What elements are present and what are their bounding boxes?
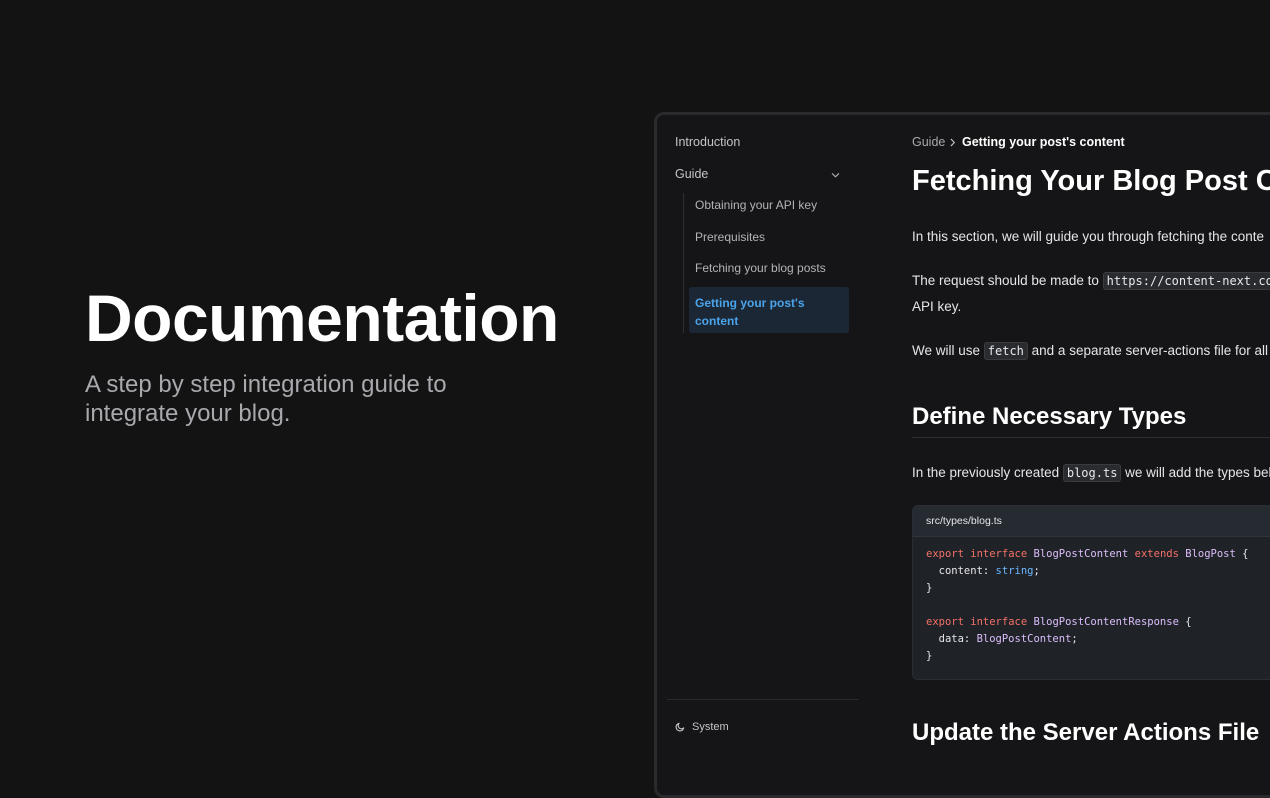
sidebar-divider [667,699,859,700]
docs-content: Guide Getting your post's content Fetchi… [912,115,1270,795]
code-file-name: src/types/blog.ts [926,515,1002,527]
intro-paragraph: In this section, we will guide you throu… [912,229,1264,244]
types-paragraph: In the previously created blog.ts we wil… [912,464,1270,482]
page-title: Fetching Your Blog Post C [912,165,1270,197]
chevron-right-icon [950,138,955,147]
breadcrumb-current: Getting your post's content [962,135,1125,149]
code-line: } [926,582,933,594]
heading-divider [912,437,1270,438]
chevron-down-icon[interactable] [831,171,840,180]
hero-title: Documentation [85,281,559,355]
code-block-header: src/types/blog.ts [913,506,1270,537]
paragraph-text: we will add the types bel [1121,465,1270,480]
docs-preview-window: Introduction Guide Obtaining your API ke… [654,112,1270,798]
blog-ts-inline-code: blog.ts [1062,464,1122,482]
docs-sidebar: Introduction Guide Obtaining your API ke… [657,115,861,795]
breadcrumb-guide[interactable]: Guide [912,135,945,149]
code-line: } [926,650,933,662]
sidebar-item-fetching-posts[interactable]: Fetching your blog posts [695,261,826,275]
sidebar-item-introduction[interactable]: Introduction [675,135,740,149]
moon-icon [675,722,685,732]
section-heading-types: Define Necessary Types [912,403,1187,430]
request-paragraph: The request should be made to https://co… [912,272,1270,290]
request-paragraph-continued: API key. [912,299,962,314]
sidebar-tree-line [683,193,684,333]
code-block: src/types/blog.ts export interface BlogP… [912,505,1270,680]
paragraph-text: We will use [912,343,984,358]
code-line: data: BlogPostContent; [926,633,1078,645]
hero-subtitle: A step by step integration guide to inte… [85,371,447,427]
paragraph-text: In the previously created [912,465,1063,480]
sidebar-item-post-content[interactable]: Getting your post's content [689,287,849,333]
paragraph-text: and a separate server-actions file for a… [1027,343,1270,358]
code-line: content: string; [926,565,1040,577]
sidebar-item-label: Getting your post's content [695,296,805,328]
code-line: export interface BlogPostContent extends… [926,548,1249,560]
code-line: export interface BlogPostContentResponse… [926,616,1192,628]
fetch-inline-code: fetch [983,342,1028,360]
paragraph-text: The request should be made to [912,273,1103,288]
sidebar-item-guide[interactable]: Guide [675,167,708,181]
section-heading-server-actions: Update the Server Actions File [912,719,1260,746]
fetch-paragraph: We will use fetch and a separate server-… [912,342,1270,360]
sidebar-item-prerequisites[interactable]: Prerequisites [695,230,765,244]
sidebar-item-api-key[interactable]: Obtaining your API key [695,198,817,212]
theme-label: System [692,721,729,733]
url-inline-code: https://content-next.com, [1102,272,1270,290]
